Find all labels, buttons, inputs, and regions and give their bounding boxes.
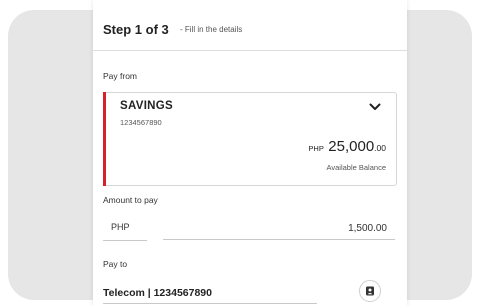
balance-amount: 25,000 — [328, 138, 375, 155]
step-subtitle: - Fill in the details — [180, 25, 243, 34]
amount-label: Amount to pay — [103, 195, 158, 205]
step-header: Step 1 of 3 - Fill in the details — [93, 0, 407, 51]
contact-book-button[interactable] — [359, 280, 381, 302]
pay-from-account-selector[interactable]: SAVINGS 1234567890 PHP 25,000.00 Availab… — [103, 92, 397, 186]
account-type: SAVINGS — [120, 100, 174, 112]
amount-input[interactable] — [163, 218, 395, 240]
amount-currency-field: PHP — [103, 218, 147, 241]
payment-form-panel: Step 1 of 3 - Fill in the details Pay fr… — [93, 0, 407, 306]
contact-book-icon — [366, 286, 374, 296]
account-accent-bar — [103, 92, 106, 186]
balance-currency: PHP — [308, 144, 324, 153]
step-title: Step 1 of 3 — [103, 22, 169, 37]
pay-to-label: Pay to — [103, 259, 128, 269]
amount-currency: PHP — [111, 222, 130, 232]
available-balance: PHP 25,000.00 — [308, 138, 386, 156]
available-balance-label: Available Balance — [326, 163, 387, 172]
payee-input[interactable] — [103, 282, 317, 304]
balance-decimals: .00 — [374, 143, 386, 153]
account-number: 1234567890 — [120, 118, 162, 127]
pay-from-label: Pay from — [103, 71, 138, 81]
chevron-down-icon[interactable] — [369, 102, 381, 112]
